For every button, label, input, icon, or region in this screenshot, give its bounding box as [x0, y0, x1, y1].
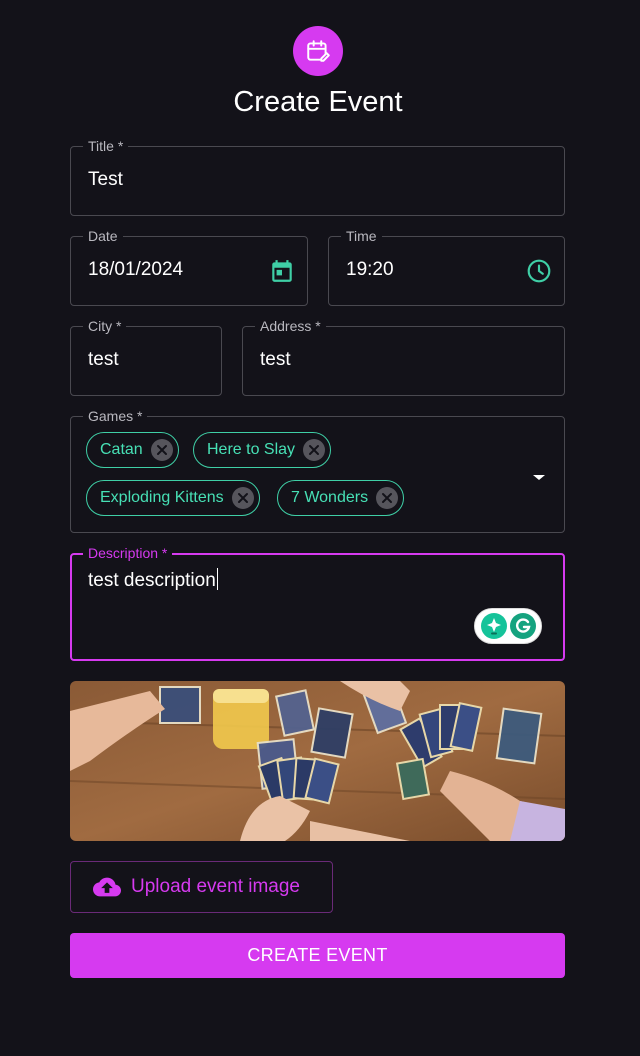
game-chip[interactable]: Catan: [86, 432, 179, 468]
address-label: Address *: [255, 318, 326, 334]
date-input[interactable]: 18/01/2024: [88, 259, 183, 281]
text-cursor: [216, 568, 218, 590]
games-select[interactable]: Games * Catan Here to Slay Exploding Kit…: [70, 408, 565, 533]
calendar-icon[interactable]: [269, 258, 293, 282]
create-event-page: Create Event Title * Test Date 18/01/202…: [0, 0, 640, 1056]
title-label: Title *: [83, 138, 129, 154]
cloud-upload-icon: [93, 873, 121, 901]
time-input[interactable]: 19:20: [346, 259, 394, 281]
date-label: Date: [83, 228, 123, 244]
remove-chip-icon[interactable]: [376, 487, 399, 509]
games-label: Games *: [83, 408, 148, 424]
dropdown-arrow-icon[interactable]: [531, 469, 547, 480]
time-field[interactable]: Time 19:20: [328, 228, 565, 306]
game-chip-label: 7 Wonders: [291, 489, 369, 506]
game-chip[interactable]: 7 Wonders: [277, 480, 405, 516]
event-image-preview: [70, 681, 565, 841]
upload-button-label: Upload event image: [131, 876, 300, 897]
description-field[interactable]: Description * test description: [70, 545, 565, 661]
game-chip-label: Exploding Kittens: [100, 489, 224, 506]
city-label: City *: [83, 318, 127, 334]
title-field[interactable]: Title * Test: [70, 138, 565, 216]
address-input[interactable]: test: [260, 349, 291, 371]
date-field[interactable]: Date 18/01/2024: [70, 228, 308, 306]
address-field[interactable]: Address * test: [242, 318, 565, 396]
title-input[interactable]: Test: [88, 169, 123, 191]
game-chip-label: Catan: [100, 441, 143, 458]
time-label: Time: [341, 228, 382, 244]
remove-chip-icon[interactable]: [303, 439, 326, 461]
description-text: test description: [88, 570, 216, 591]
city-input[interactable]: test: [88, 349, 119, 371]
create-event-button[interactable]: CREATE EVENT: [70, 933, 565, 978]
upload-image-button[interactable]: Upload event image: [70, 861, 333, 913]
calendar-edit-icon: [293, 26, 343, 76]
lightbulb-icon[interactable]: [480, 613, 507, 639]
city-field[interactable]: City * test: [70, 318, 222, 396]
game-chip[interactable]: Here to Slay: [193, 432, 332, 468]
description-input[interactable]: test description: [88, 568, 218, 592]
clock-icon[interactable]: [526, 258, 551, 283]
page-title: Create Event: [233, 86, 403, 118]
grammarly-widget[interactable]: [474, 608, 542, 644]
description-label: Description *: [83, 545, 173, 561]
remove-chip-icon[interactable]: [150, 439, 173, 461]
remove-chip-icon[interactable]: [231, 487, 254, 509]
game-chip-label: Here to Slay: [207, 441, 296, 458]
grammarly-icon[interactable]: [509, 613, 536, 639]
game-chip[interactable]: Exploding Kittens: [86, 480, 260, 516]
